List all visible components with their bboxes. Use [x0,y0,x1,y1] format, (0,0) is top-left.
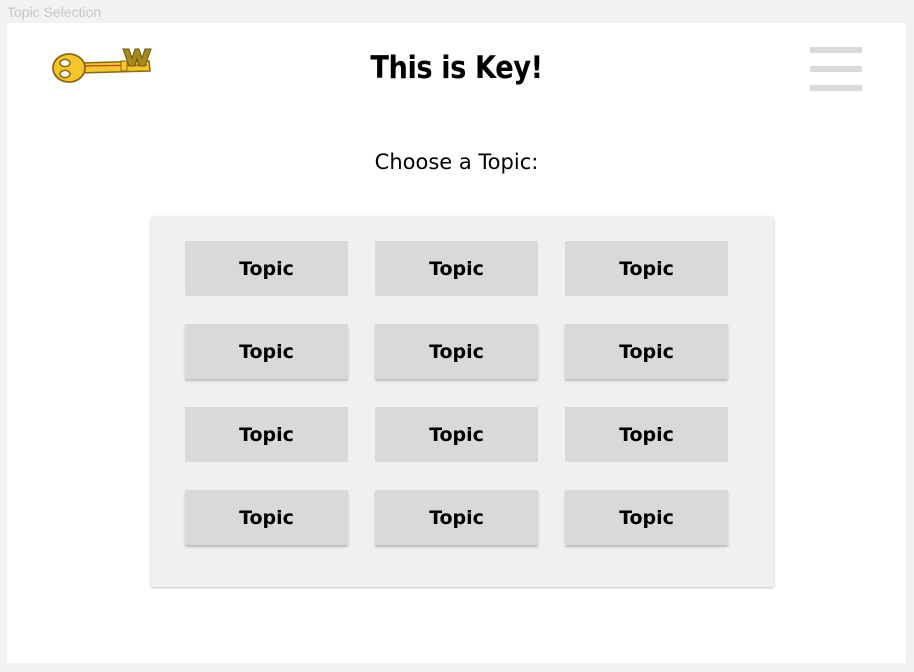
app-card: This is Key! Choose a Topic: Topic Topic… [7,23,906,663]
topic-button-6[interactable]: Topic [565,324,728,379]
topic-panel: Topic Topic Topic Topic Topic Topic Topi… [151,216,774,587]
topic-button-4[interactable]: Topic [185,324,348,379]
topic-grid: Topic Topic Topic Topic Topic Topic Topi… [185,241,728,545]
choose-topic-prompt: Choose a Topic: [374,150,539,174]
app-title: This is Key! [370,50,543,86]
topic-button-11[interactable]: Topic [375,490,538,545]
topic-button-2[interactable]: Topic [375,241,538,296]
topic-button-1[interactable]: Topic [185,241,348,296]
topic-button-12[interactable]: Topic [565,490,728,545]
topic-button-10[interactable]: Topic [185,490,348,545]
topic-button-5[interactable]: Topic [375,324,538,379]
hamburger-menu-icon[interactable] [807,45,863,93]
topic-button-9[interactable]: Topic [565,407,728,462]
topic-button-7[interactable]: Topic [185,407,348,462]
window-title: Topic Selection [7,4,102,20]
topic-button-3[interactable]: Topic [565,241,728,296]
topic-button-8[interactable]: Topic [375,407,538,462]
